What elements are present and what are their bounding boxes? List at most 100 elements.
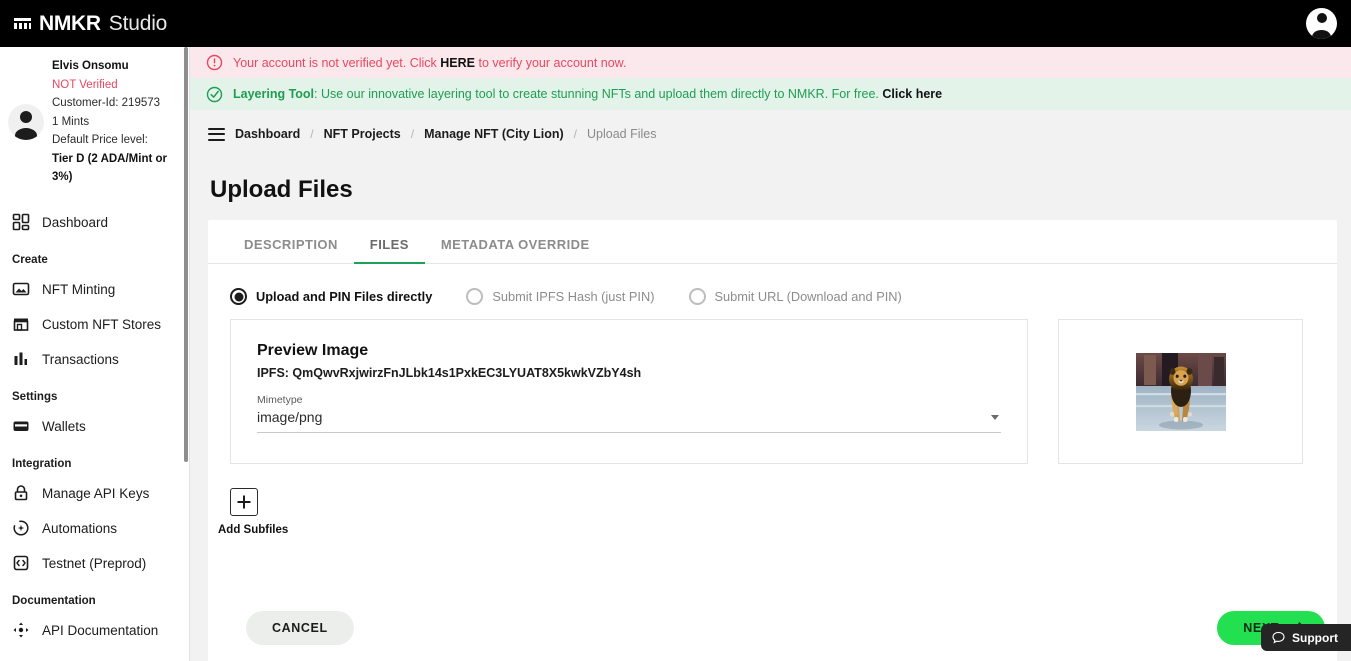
support-widget[interactable]: Support	[1261, 624, 1351, 651]
logo-text-bold: NMKR	[39, 12, 101, 36]
user-avatar-icon[interactable]	[1306, 8, 1337, 39]
sidebar-item-label: Wallets	[42, 419, 86, 434]
breadcrumb-item-dashboard[interactable]: Dashboard	[235, 127, 300, 141]
code-brackets-icon	[12, 554, 30, 572]
lock-icon	[12, 484, 30, 502]
sidebar-item-nft-minting[interactable]: NFT Minting	[0, 272, 189, 307]
sidebar: Elvis Onsomu NOT Verified Customer-Id: 2…	[0, 47, 190, 661]
account-not-verified-banner: Your account is not verified yet. Click …	[190, 47, 1351, 78]
radio-label: Upload and PIN Files directly	[256, 289, 432, 304]
sidebar-item-label: Custom NFT Stores	[42, 317, 161, 332]
breadcrumb-item-upload-files: Upload Files	[587, 127, 656, 141]
image-icon	[12, 280, 30, 298]
dashboard-grid-icon	[12, 213, 30, 231]
banner-text: Your account is not verified yet. Click …	[233, 56, 626, 70]
hamburger-menu-icon[interactable]	[208, 128, 225, 141]
sidebar-item-manage-api-keys[interactable]: Manage API Keys	[0, 476, 189, 511]
mimetype-value: image/png	[257, 409, 322, 425]
radio-submit-url[interactable]: Submit URL (Download and PIN)	[689, 288, 902, 305]
banner-text: Layering Tool: Use our innovative layeri…	[233, 87, 942, 101]
add-subfiles-label: Add Subfiles	[218, 524, 1337, 536]
radio-button-icon	[230, 288, 247, 305]
tab-files[interactable]: FILES	[354, 237, 425, 263]
sidebar-section-create: Create	[0, 240, 189, 272]
sidebar-item-label: Testnet (Preprod)	[42, 556, 146, 571]
layering-tool-banner: Layering Tool: Use our innovative layeri…	[190, 78, 1351, 110]
mimetype-select[interactable]: image/png	[257, 409, 1001, 433]
add-subfiles-group: Add Subfiles	[208, 464, 1337, 536]
preview-thumbnail-box	[1058, 319, 1303, 464]
sidebar-item-label: Automations	[42, 521, 117, 536]
sidebar-item-label: Manage API Keys	[42, 486, 149, 501]
breadcrumb-separator: /	[574, 127, 577, 141]
mimetype-label: Mimetype	[257, 394, 1001, 406]
cancel-button[interactable]: CANCEL	[246, 611, 354, 645]
move-arrows-icon	[12, 621, 30, 639]
profile-mints: 1 Mints	[52, 113, 189, 132]
radio-button-icon	[466, 288, 483, 305]
profile-price-level-label: Default Price level:	[52, 131, 189, 150]
breadcrumb-item-nft-projects[interactable]: NFT Projects	[324, 127, 401, 141]
sidebar-item-label: API Documentation	[42, 623, 158, 638]
sidebar-item-testnet-preprod[interactable]: Testnet (Preprod)	[0, 546, 189, 581]
preview-image-file-box: Preview Image IPFS: QmQwvRxjwirzFnJLbk14…	[230, 319, 1028, 464]
sidebar-section-documentation: Documentation	[0, 581, 189, 613]
top-bar: NMKR Studio	[0, 0, 1351, 47]
sidebar-item-automations[interactable]: Automations	[0, 511, 189, 546]
banner-body-text: : Use our innovative layering tool to cr…	[314, 87, 882, 101]
app-root: NMKR Studio Elvis Onsomu NOT Verified Cu…	[0, 0, 1351, 661]
chat-bubble-icon	[1272, 631, 1285, 644]
sidebar-section-settings: Settings	[0, 377, 189, 409]
nmkr-mark-icon	[14, 16, 31, 31]
sidebar-scrollbar[interactable]	[184, 47, 189, 661]
upload-mode-radio-group: Upload and PIN Files directly Submit IPF…	[208, 264, 1337, 305]
radio-label: Submit IPFS Hash (just PIN)	[492, 289, 654, 304]
breadcrumb-separator: /	[310, 127, 313, 141]
sidebar-item-label: Dashboard	[42, 215, 108, 230]
alert-circle-icon	[206, 54, 223, 71]
tab-description[interactable]: DESCRIPTION	[228, 237, 354, 263]
sidebar-item-dashboard[interactable]: Dashboard	[0, 205, 189, 240]
app-logo[interactable]: NMKR Studio	[0, 12, 167, 36]
layering-tool-link[interactable]: Click here	[882, 87, 942, 101]
sidebar-item-custom-nft-stores[interactable]: Custom NFT Stores	[0, 307, 189, 342]
tab-metadata-override[interactable]: METADATA OVERRIDE	[425, 237, 606, 263]
profile-verification-status: NOT Verified	[52, 76, 189, 95]
sidebar-item-wallets[interactable]: Wallets	[0, 409, 189, 444]
main-content: Your account is not verified yet. Click …	[190, 47, 1351, 661]
file-entry-row: Preview Image IPFS: QmQwvRxjwirzFnJLbk14…	[208, 305, 1337, 464]
sidebar-item-label: Transactions	[42, 352, 119, 367]
breadcrumb-item-manage-nft[interactable]: Manage NFT (City Lion)	[424, 127, 564, 141]
radio-label: Submit URL (Download and PIN)	[715, 289, 902, 304]
sidebar-profile: Elvis Onsomu NOT Verified Customer-Id: 2…	[0, 47, 189, 191]
radio-upload-and-pin-directly[interactable]: Upload and PIN Files directly	[230, 288, 432, 305]
page-title: Upload Files	[190, 158, 1351, 220]
plus-icon[interactable]	[230, 488, 258, 516]
check-circle-icon	[206, 86, 223, 103]
sidebar-nav: Dashboard Create NFT Minting Custom NFT …	[0, 191, 189, 648]
sidebar-item-label: NFT Minting	[42, 282, 115, 297]
automation-icon	[12, 519, 30, 537]
upload-files-card: DESCRIPTION FILES METADATA OVERRIDE Uplo…	[208, 220, 1337, 661]
verify-link[interactable]: HERE	[440, 56, 475, 70]
radio-button-icon	[689, 288, 706, 305]
wallet-icon	[12, 417, 30, 435]
file-ipfs-hash: IPFS: QmQwvRxjwirzFnJLbk14s1PxkEC3LYUAT8…	[257, 366, 1001, 380]
file-title: Preview Image	[257, 342, 1001, 360]
sidebar-item-api-documentation[interactable]: API Documentation	[0, 613, 189, 648]
logo-text-light: Studio	[109, 12, 167, 36]
breadcrumb: Dashboard / NFT Projects / Manage NFT (C…	[190, 110, 1351, 158]
banner-bold-label: Layering Tool	[233, 87, 314, 101]
breadcrumb-separator: /	[411, 127, 414, 141]
sidebar-scrollbar-thumb[interactable]	[184, 47, 188, 462]
card-footer: CANCEL NEXT	[208, 611, 1337, 645]
chevron-down-icon	[991, 415, 999, 420]
profile-price-level-value: Tier D (2 ADA/Mint or 3%)	[52, 150, 189, 187]
card-tabs: DESCRIPTION FILES METADATA OVERRIDE	[208, 220, 1337, 264]
sidebar-section-integration: Integration	[0, 444, 189, 476]
store-icon	[12, 315, 30, 333]
banner-text-before: Your account is not verified yet. Click	[233, 56, 440, 70]
radio-submit-ipfs-hash[interactable]: Submit IPFS Hash (just PIN)	[466, 288, 654, 305]
sidebar-item-transactions[interactable]: Transactions	[0, 342, 189, 377]
profile-customer-id: Customer-Id: 219573	[52, 94, 189, 113]
